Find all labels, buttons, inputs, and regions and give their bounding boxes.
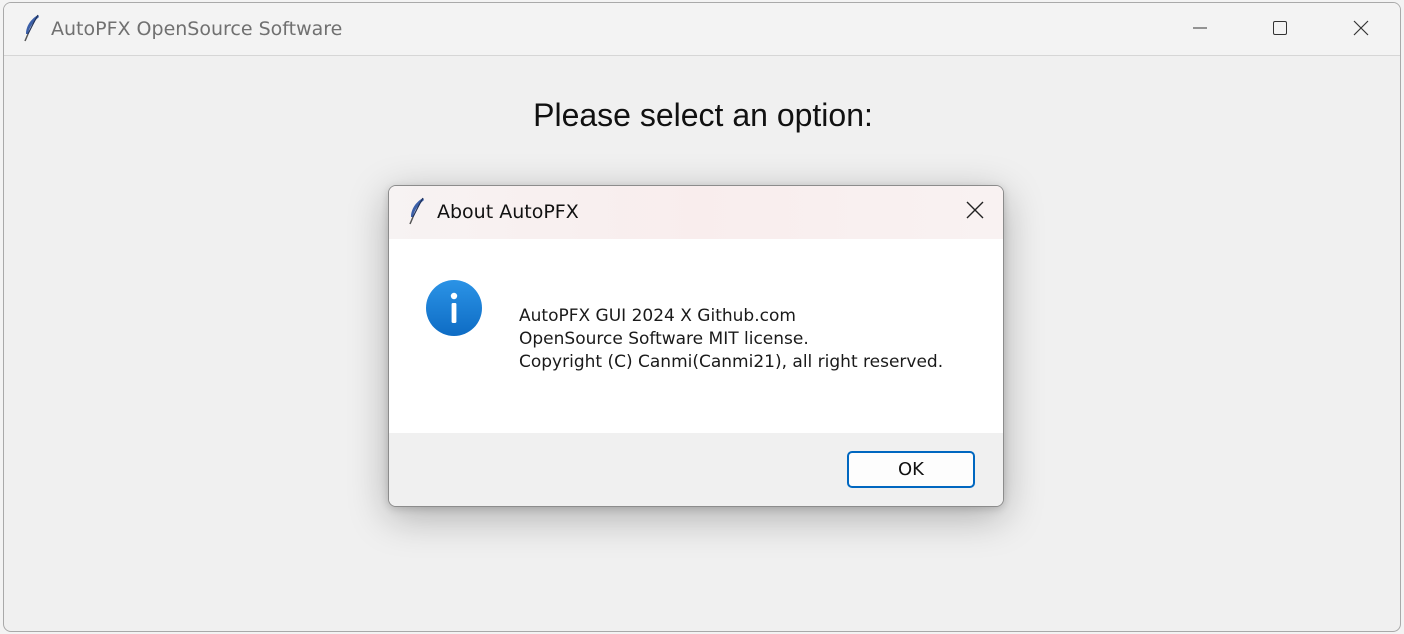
info-icon: [425, 279, 483, 337]
page-prompt: Please select an option:: [533, 97, 873, 133]
feather-icon: [22, 14, 42, 42]
close-icon: [966, 201, 984, 223]
minimize-icon: [1193, 20, 1207, 39]
maximize-icon: [1273, 20, 1287, 39]
dialog-message: AutoPFX GUI 2024 X Github.com OpenSource…: [519, 305, 943, 374]
close-button[interactable]: [1321, 3, 1400, 56]
dialog-close-button[interactable]: [961, 198, 989, 226]
dialog-body: AutoPFX GUI 2024 X Github.com OpenSource…: [389, 239, 1003, 433]
dialog-titlebar[interactable]: About AutoPFX: [389, 186, 1003, 239]
message-line: Copyright (C) Canmi(Canmi21), all right …: [519, 352, 944, 372]
dialog-footer: OK: [389, 433, 1003, 506]
close-icon: [1353, 20, 1369, 40]
message-line: AutoPFX GUI 2024 X Github.com: [519, 306, 796, 326]
ok-button[interactable]: OK: [847, 451, 975, 488]
feather-icon: [407, 197, 427, 225]
main-titlebar[interactable]: AutoPFX OpenSource Software: [4, 3, 1400, 56]
window-title: AutoPFX OpenSource Software: [51, 18, 343, 40]
dialog-title: About AutoPFX: [437, 201, 579, 223]
maximize-button[interactable]: [1240, 3, 1320, 56]
minimize-button[interactable]: [1160, 3, 1240, 56]
message-line: OpenSource Software MIT license.: [519, 329, 809, 349]
about-dialog: About AutoPFX AutoPFX GUI 2024 X Github.…: [388, 185, 1004, 507]
